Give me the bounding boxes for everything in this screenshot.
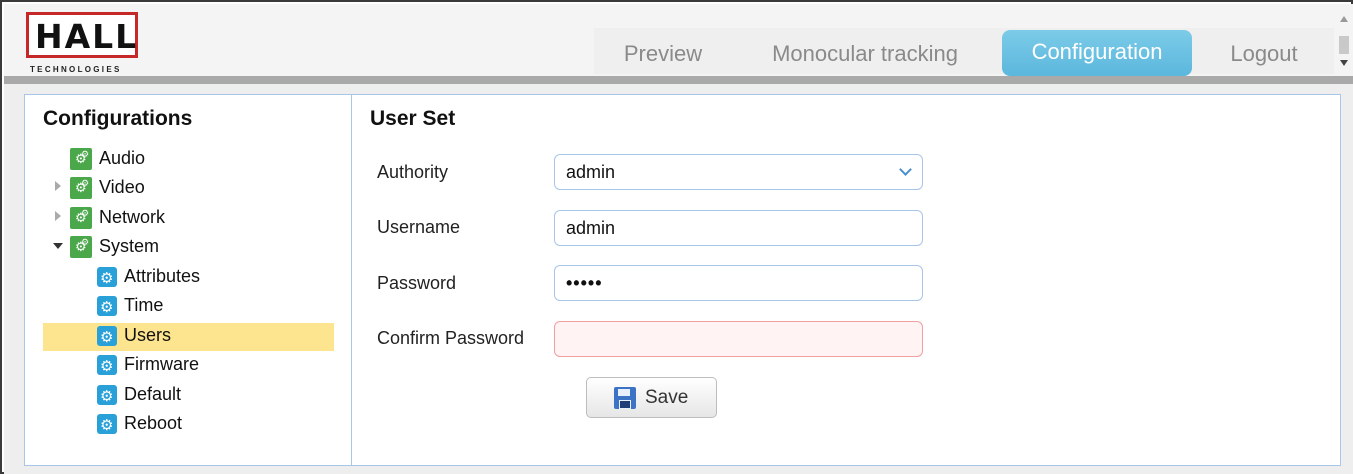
- nav-monocular-tracking[interactable]: Monocular tracking: [760, 32, 970, 76]
- nav-preview[interactable]: Preview: [608, 32, 718, 76]
- username-field[interactable]: admin: [554, 210, 923, 246]
- top-nav: Preview Monocular tracking Configuration…: [594, 28, 1334, 76]
- sidebar-item-label: System: [99, 236, 160, 256]
- scroll-down-icon[interactable]: [1340, 60, 1348, 66]
- collapse-arrow-icon[interactable]: [53, 243, 63, 249]
- window-scrollbar[interactable]: [1338, 10, 1352, 74]
- sidebar-item-label: Audio: [99, 148, 146, 168]
- sidebar-item-network[interactable]: Network: [51, 201, 311, 232]
- logo-box: HALL: [26, 12, 138, 58]
- nav-configuration[interactable]: Configuration: [1002, 30, 1192, 76]
- sidebar-item-time[interactable]: Time: [97, 292, 327, 320]
- form-title: User Set: [370, 107, 456, 130]
- expand-arrow-icon[interactable]: [55, 181, 61, 191]
- chevron-down-icon[interactable]: [898, 163, 916, 181]
- gear-group-icon: [70, 201, 92, 232]
- logo-subtext: TECHNOLOGIES: [30, 65, 122, 74]
- gear-icon: [97, 412, 117, 438]
- expand-arrow-icon[interactable]: [55, 211, 61, 221]
- sidebar-item-reboot[interactable]: Reboot: [97, 410, 327, 438]
- sidebar-item-attributes[interactable]: Attributes: [97, 263, 327, 291]
- authority-label: Authority: [377, 162, 449, 182]
- sidebar-item-label: Default: [124, 384, 182, 404]
- scroll-thumb[interactable]: [1339, 36, 1349, 54]
- content-area: Configurations Audio Video Netwo: [4, 84, 1353, 474]
- config-panel: Configurations Audio Video Netwo: [24, 94, 1341, 466]
- confirm-password-field[interactable]: [554, 321, 923, 357]
- username-label: Username: [377, 217, 461, 237]
- authority-value: admin: [566, 162, 616, 182]
- sidebar-item-system[interactable]: System: [51, 230, 311, 261]
- authority-select[interactable]: admin: [554, 154, 923, 190]
- sidebar-item-label: Firmware: [124, 354, 199, 374]
- sidebar-item-firmware[interactable]: Firmware: [97, 351, 327, 379]
- gear-group-icon: [70, 171, 92, 202]
- save-button-label: Save: [645, 387, 689, 408]
- gear-icon: [97, 324, 117, 350]
- logo-text: HALL: [35, 17, 139, 56]
- gear-icon: [97, 265, 117, 291]
- gear-group-icon: [70, 230, 92, 261]
- sidebar-item-label: Network: [99, 207, 166, 227]
- sidebar-item-label: Time: [124, 295, 164, 315]
- sidebar-item-label: Reboot: [124, 413, 183, 433]
- sidebar-item-default[interactable]: Default: [97, 381, 327, 409]
- sidebar-item-video[interactable]: Video: [51, 171, 311, 202]
- gear-icon: [97, 353, 117, 379]
- gear-icon: [97, 383, 117, 409]
- save-disk-icon: [614, 387, 636, 409]
- nav-logout[interactable]: Logout: [1214, 32, 1314, 76]
- gear-icon: [97, 294, 117, 320]
- header: HALL TECHNOLOGIES Preview Monocular trac…: [4, 4, 1353, 76]
- sidebar-item-audio[interactable]: Audio: [51, 142, 311, 173]
- confirm-password-label: Confirm Password: [377, 328, 525, 348]
- password-field[interactable]: •••••: [554, 265, 923, 301]
- sidebar-title: Configurations: [43, 107, 193, 130]
- password-value: •••••: [566, 273, 603, 293]
- header-divider: [4, 76, 1353, 84]
- password-label: Password: [377, 273, 457, 293]
- gear-group-icon: [70, 142, 92, 173]
- sidebar: Configurations Audio Video Netwo: [25, 95, 352, 465]
- sidebar-item-label: Video: [99, 177, 145, 197]
- sidebar-item-users[interactable]: Users: [97, 322, 327, 350]
- scroll-up-icon[interactable]: [1340, 16, 1348, 22]
- brand-logo: HALL TECHNOLOGIES: [26, 12, 138, 76]
- save-button[interactable]: Save: [586, 377, 717, 418]
- username-value: admin: [566, 218, 616, 238]
- sidebar-item-label: Users: [124, 325, 172, 345]
- app-window: HALL TECHNOLOGIES Preview Monocular trac…: [0, 0, 1353, 474]
- sidebar-item-label: Attributes: [124, 266, 201, 286]
